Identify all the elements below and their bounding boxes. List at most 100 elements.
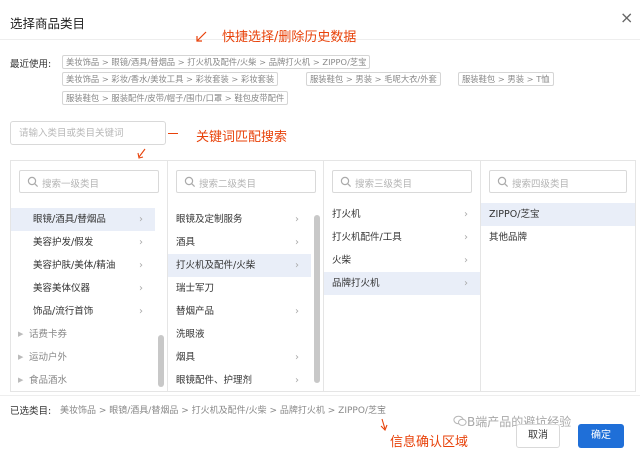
category-group[interactable]: ▶ 运动户外 bbox=[11, 346, 155, 369]
category-item-label: 火柴 bbox=[332, 255, 352, 266]
category-item[interactable]: 打火机 › bbox=[324, 203, 480, 226]
chevron-right-icon: › bbox=[139, 283, 143, 294]
chevron-right-icon: › bbox=[139, 260, 143, 271]
arrow-icon bbox=[196, 31, 207, 42]
scrollbar[interactable] bbox=[158, 195, 164, 387]
chevron-right-icon: › bbox=[464, 255, 468, 266]
chevron-right-icon: › bbox=[295, 237, 299, 248]
category-item-label: 品牌打火机 bbox=[332, 278, 380, 289]
category-item-label: 烟具 bbox=[176, 352, 196, 363]
search-icon bbox=[184, 176, 196, 188]
cancel-button[interactable]: 取消 bbox=[516, 424, 560, 448]
search-icon bbox=[340, 176, 352, 188]
keyword-search-input[interactable] bbox=[10, 121, 166, 145]
category-item[interactable]: 其他品牌 bbox=[481, 226, 635, 249]
category-item[interactable]: 烟具 › bbox=[168, 346, 311, 369]
recent-tag[interactable]: 服装鞋包 > 服装配件/皮带/帽子/围巾/口罩 > 鞋包皮带配件 bbox=[62, 91, 289, 105]
recent-tag[interactable]: 服装鞋包 > 男装 > T恤 bbox=[458, 72, 554, 86]
category-item[interactable]: 眼镜/酒具/替烟品 › bbox=[11, 208, 155, 231]
chevron-right-icon: › bbox=[464, 278, 468, 289]
triangle-right-icon: ▶ bbox=[18, 376, 24, 384]
category-group[interactable]: ▶ 话费卡券 bbox=[11, 323, 155, 346]
category-group-label: 话费卡券 bbox=[29, 329, 68, 340]
category-item-label: 瑞士军刀 bbox=[176, 283, 215, 294]
category-group-label: 运动户外 bbox=[29, 352, 68, 363]
wechat-icon bbox=[453, 415, 467, 426]
category-item[interactable]: 火柴 › bbox=[324, 249, 480, 272]
category-item[interactable]: 打火机及配件/火柴 › bbox=[168, 254, 311, 277]
close-icon[interactable]: × bbox=[620, 10, 633, 26]
category-item[interactable]: 打火机配件/工具 › bbox=[324, 226, 480, 249]
category-column-level-2: 搜索二级类目 眼镜及定制服务 › 酒具 › 打火机及配件/火柴 › 瑞士军刀 替烟产品… bbox=[168, 161, 324, 391]
category-item[interactable]: ZIPPO/芝宝 bbox=[481, 203, 635, 226]
category-column-level-4: 搜索四级类目 ZIPPO/芝宝 其他品牌 bbox=[481, 161, 635, 391]
category-item[interactable]: 品牌打火机 › bbox=[324, 272, 480, 295]
category-item-label: 打火机及配件/火柴 bbox=[176, 260, 256, 271]
level-3-search-input[interactable]: 搜索三级类目 bbox=[332, 170, 472, 193]
category-item-label: 打火机 bbox=[332, 209, 361, 220]
scrollbar-thumb[interactable] bbox=[158, 335, 164, 387]
triangle-right-icon: ▶ bbox=[18, 353, 24, 361]
search-placeholder: 搜索四级类目 bbox=[512, 179, 570, 190]
chevron-right-icon: › bbox=[295, 375, 299, 386]
category-item[interactable]: 瑞士军刀 bbox=[168, 277, 311, 300]
category-item[interactable]: 洗眼液 bbox=[168, 323, 311, 346]
search-icon bbox=[497, 176, 509, 188]
level-4-search-input[interactable]: 搜索四级类目 bbox=[489, 170, 627, 193]
chevron-right-icon: › bbox=[139, 214, 143, 225]
annotation-info-confirm: 信息确认区域 bbox=[390, 435, 469, 450]
chevron-right-icon: › bbox=[464, 232, 468, 243]
chevron-right-icon: › bbox=[295, 352, 299, 363]
category-item[interactable]: 饰品/流行首饰 › bbox=[11, 300, 155, 323]
arrow-icon bbox=[137, 148, 146, 159]
chevron-right-icon: › bbox=[295, 214, 299, 225]
category-item-label: 眼镜/酒具/替烟品 bbox=[33, 214, 106, 225]
category-column-level-3: 搜索三级类目 打火机 › 打火机配件/工具 › 火柴 › 品牌打火机 › bbox=[324, 161, 481, 391]
recent-tag[interactable]: 服装鞋包 > 男装 > 毛呢大衣/外套 bbox=[306, 72, 441, 86]
category-item-label: 美容护发/假发 bbox=[33, 237, 94, 248]
category-item-label: 眼镜配件、护理剂 bbox=[176, 375, 253, 386]
category-item[interactable]: 美容美体仪器 › bbox=[11, 277, 155, 300]
dialog-title: 选择商品类目 bbox=[10, 16, 86, 31]
recent-tag[interactable]: 美妆饰品 > 眼镜/酒具/替烟品 > 打火机及配件/火柴 > 品牌打火机 > Z… bbox=[62, 55, 371, 69]
category-item-label: 眼镜及定制服务 bbox=[176, 214, 243, 225]
category-item[interactable]: 美容护肤/美体/精油 › bbox=[11, 254, 155, 277]
scrollbar-thumb[interactable] bbox=[314, 215, 320, 383]
category-group[interactable]: ▶ 食品酒水 bbox=[11, 369, 155, 391]
chevron-right-icon: › bbox=[295, 260, 299, 271]
scrollbar[interactable] bbox=[314, 195, 320, 387]
triangle-right-icon: ▶ bbox=[18, 330, 24, 338]
category-item-label: 打火机配件/工具 bbox=[332, 232, 402, 243]
category-item-label: 替烟产品 bbox=[176, 306, 215, 317]
search-placeholder: 搜索一级类目 bbox=[42, 179, 100, 190]
recent-tag[interactable]: 美妆饰品 > 彩妆/香水/美妆工具 > 彩妆套装 > 彩妆套装 bbox=[62, 72, 279, 86]
category-item[interactable]: 美容护发/假发 › bbox=[11, 231, 155, 254]
chevron-right-icon: › bbox=[139, 306, 143, 317]
category-item-label: 其他品牌 bbox=[489, 232, 528, 243]
category-item-label: 美容美体仪器 bbox=[33, 283, 91, 294]
category-column-level-1: 搜索一级类目 眼镜/酒具/替烟品 › 美容护发/假发 › 美容护肤/美体/精油 › 美… bbox=[11, 161, 168, 391]
chevron-right-icon: › bbox=[295, 306, 299, 317]
annotation-keyword-search: 关键词匹配搜索 bbox=[196, 130, 288, 145]
category-item[interactable]: 替烟产品 › bbox=[168, 300, 311, 323]
category-columns: 搜索一级类目 眼镜/酒具/替烟品 › 美容护发/假发 › 美容护肤/美体/精油 › 美… bbox=[10, 160, 636, 392]
category-group-label: 食品酒水 bbox=[29, 375, 68, 386]
search-icon bbox=[27, 176, 39, 188]
level-1-search-input[interactable]: 搜索一级类目 bbox=[19, 170, 159, 193]
search-placeholder: 搜索三级类目 bbox=[355, 179, 413, 190]
level-2-search-input[interactable]: 搜索二级类目 bbox=[176, 170, 316, 193]
confirm-button[interactable]: 确定 bbox=[578, 424, 624, 448]
arrow-icon bbox=[380, 418, 388, 431]
chevron-right-icon: › bbox=[139, 237, 143, 248]
category-item-label: 饰品/流行首饰 bbox=[33, 306, 94, 317]
category-item[interactable]: 眼镜配件、护理剂 › bbox=[168, 369, 311, 391]
category-item[interactable]: 眼镜及定制服务 › bbox=[168, 208, 311, 231]
annotation-connector bbox=[168, 133, 178, 134]
category-item-label: 美容护肤/美体/精油 bbox=[33, 260, 116, 271]
selected-category-path: 美妆饰品 > 眼镜/酒具/替烟品 > 打火机及配件/火柴 > 品牌打火机 > Z… bbox=[60, 406, 386, 416]
category-item[interactable]: 酒具 › bbox=[168, 231, 311, 254]
selected-category-label: 已选类目: bbox=[10, 406, 52, 417]
footer-divider bbox=[0, 395, 640, 396]
chevron-right-icon: › bbox=[464, 209, 468, 220]
recent-label: 最近使用: bbox=[10, 59, 52, 70]
